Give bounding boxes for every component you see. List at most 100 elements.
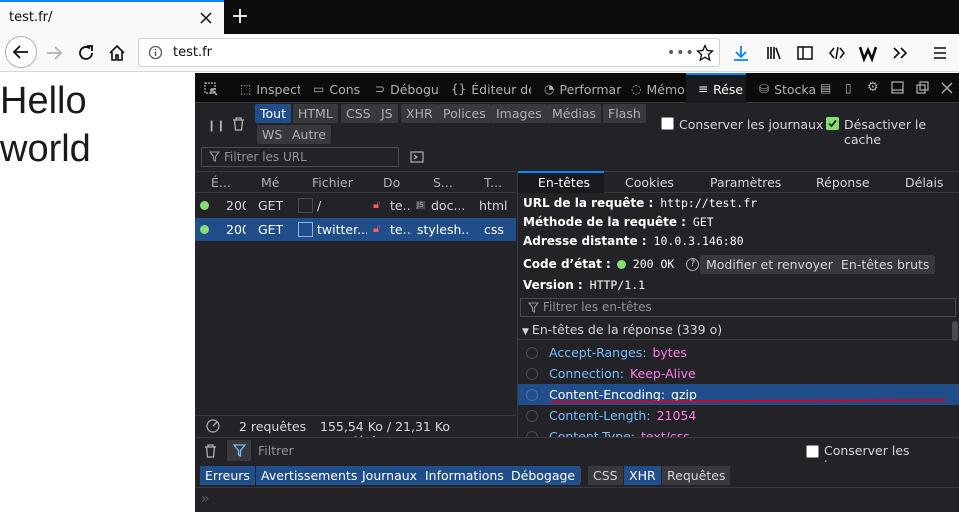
- devtools-tab-console[interactable]: ▭ Cons: [313, 80, 363, 98]
- column-type[interactable]: T...: [484, 175, 502, 190]
- settings-gear-icon[interactable]: ⚙: [867, 80, 879, 95]
- url-text[interactable]: test.fr: [173, 45, 212, 60]
- column-cause[interactable]: S...: [433, 175, 453, 190]
- filter-js-button[interactable]: JS: [376, 104, 398, 123]
- filter-all-button[interactable]: Tout: [255, 104, 291, 123]
- dock-bottom-icon[interactable]: [891, 81, 904, 94]
- reload-button[interactable]: [75, 42, 97, 64]
- extension-button[interactable]: [857, 42, 879, 64]
- devtools-tab-debugger[interactable]: ⊃ Débogu: [375, 80, 443, 98]
- back-button[interactable]: [5, 36, 37, 68]
- search-panel-icon[interactable]: [410, 151, 424, 163]
- console-persist-checkbox[interactable]: [806, 445, 819, 458]
- response-header-row[interactable]: Content-Type: text/css: [526, 426, 956, 437]
- response-header-row[interactable]: Accept-Ranges: bytes: [526, 342, 956, 363]
- close-tab-icon[interactable]: [199, 11, 213, 25]
- console-filter-debug[interactable]: Débogage: [506, 466, 581, 485]
- console-filter-errors[interactable]: Erreurs: [200, 466, 255, 485]
- console-filter-requests[interactable]: Requêtes: [662, 466, 731, 485]
- console-input[interactable]: »: [195, 487, 959, 512]
- console-toolbar: Filtrer Conserver les journaux: [195, 437, 959, 473]
- status-code-line: Code d’état : 200 OK ?: [523, 257, 700, 271]
- tab-response[interactable]: Réponse: [816, 175, 870, 190]
- close-devtools-icon[interactable]: [941, 82, 953, 94]
- forward-button[interactable]: [43, 42, 65, 64]
- devtools-tab-network[interactable]: ≡ Rése: [698, 80, 746, 98]
- table-row[interactable]: 200 GET / 🔓︎ te... JS doc... html: [195, 194, 516, 217]
- scratchpad-icon[interactable]: ▤: [820, 81, 831, 95]
- devtools-tab-inspector[interactable]: ⬚ Inspect: [240, 80, 300, 98]
- column-file[interactable]: Fichier: [312, 175, 353, 190]
- row-status: 200: [226, 222, 246, 237]
- persist-logs-checkbox[interactable]: [661, 117, 674, 130]
- filter-xhr-button[interactable]: XHR: [401, 104, 438, 123]
- page-text: Hello world: [0, 77, 91, 173]
- separate-window-icon[interactable]: [916, 81, 929, 94]
- filter-ws-button[interactable]: WS: [257, 125, 288, 144]
- sidebar-button[interactable]: [794, 42, 816, 64]
- disable-cache-checkbox[interactable]: [826, 117, 839, 130]
- filter-media-button[interactable]: Médias: [547, 104, 602, 123]
- home-icon: [109, 44, 125, 61]
- responsive-design-icon[interactable]: ▯: [845, 81, 852, 95]
- header-filter-input[interactable]: Filtrer les en-têtes: [520, 298, 956, 317]
- console-filter-toggle[interactable]: [227, 440, 251, 461]
- raw-headers-button[interactable]: En-têtes bruts: [835, 255, 936, 274]
- devtools-tab-performance[interactable]: ◔ Performar: [544, 80, 622, 98]
- filter-fonts-button[interactable]: Polices: [438, 104, 491, 123]
- clear-requests-icon[interactable]: [232, 117, 245, 131]
- header-filter-placeholder: Filtrer les en-têtes: [543, 300, 652, 314]
- overflow-button[interactable]: [889, 42, 911, 64]
- performance-analysis-icon[interactable]: [205, 419, 221, 433]
- response-header-row[interactable]: Content-Length: 21054: [526, 405, 956, 426]
- headers-scrollbar[interactable]: [952, 321, 958, 341]
- pause-recording-icon[interactable]: ❙❙: [207, 119, 225, 132]
- column-domain[interactable]: Do: [383, 175, 400, 190]
- filter-html-button[interactable]: HTML: [293, 104, 338, 123]
- bookmark-star-icon[interactable]: [696, 44, 714, 62]
- console-filter-logs[interactable]: Journaux: [357, 466, 423, 485]
- table-row-selected[interactable]: 200 GET twitter... 🔓︎ te... stylesh... c…: [195, 218, 516, 241]
- console-filter-css[interactable]: CSS: [588, 466, 623, 485]
- filter-css-button[interactable]: CSS: [341, 104, 376, 123]
- downloads-button[interactable]: [730, 42, 752, 64]
- column-method[interactable]: Mé: [261, 175, 279, 190]
- clear-console-icon[interactable]: [204, 444, 217, 458]
- double-chevron-icon: [893, 47, 908, 59]
- request-count: 2 requêtes: [239, 419, 307, 434]
- url-bar[interactable]: test.fr •••: [138, 38, 720, 67]
- tab-headers[interactable]: En-têtes: [538, 175, 590, 190]
- edit-resend-button[interactable]: Modifier et renvoyer: [700, 255, 839, 274]
- tab-params[interactable]: Paramètres: [710, 175, 781, 190]
- response-header-row[interactable]: Connection: Keep-Alive: [526, 363, 956, 384]
- filter-funnel-icon: [232, 444, 246, 457]
- library-button[interactable]: [763, 42, 785, 64]
- response-headers-section[interactable]: ▼ En-têtes de la réponse (339 o): [518, 320, 959, 340]
- filter-flash-button[interactable]: Flash: [603, 104, 646, 123]
- url-filter-input[interactable]: Filtrer les URL: [201, 147, 399, 167]
- page-actions-icon[interactable]: •••: [667, 45, 695, 61]
- devtools-tab-memory[interactable]: ◌ Mémo: [631, 80, 685, 98]
- new-tab-icon[interactable]: [232, 8, 248, 24]
- element-picker-icon[interactable]: [204, 82, 218, 96]
- devtools-tab-storage[interactable]: ⛁ Stocka: [759, 80, 815, 98]
- menu-button[interactable]: [929, 42, 951, 64]
- column-status[interactable]: É...: [211, 175, 231, 190]
- console-filter-input[interactable]: Filtrer: [258, 443, 294, 458]
- console-filter-xhr[interactable]: XHR: [624, 466, 661, 485]
- filter-other-button[interactable]: Autre: [287, 125, 331, 144]
- help-icon: [526, 368, 538, 380]
- filter-images-button[interactable]: Images: [491, 104, 547, 123]
- browser-tab[interactable]: test.fr/: [0, 0, 224, 34]
- filter-funnel-icon: [528, 302, 539, 313]
- console-filter-warnings[interactable]: Avertissements: [256, 466, 363, 485]
- devtools-button[interactable]: [826, 42, 848, 64]
- console-filter-info[interactable]: Informations: [420, 466, 509, 485]
- tab-timings[interactable]: Délais: [905, 175, 943, 190]
- info-icon[interactable]: [148, 45, 163, 60]
- tab-cookies[interactable]: Cookies: [625, 175, 674, 190]
- request-url-value[interactable]: http://test.fr: [660, 196, 757, 210]
- home-button[interactable]: [106, 42, 128, 64]
- devtools-tab-style-editor[interactable]: {} Éditeur de: [451, 80, 531, 98]
- help-question-icon[interactable]: ?: [686, 257, 700, 271]
